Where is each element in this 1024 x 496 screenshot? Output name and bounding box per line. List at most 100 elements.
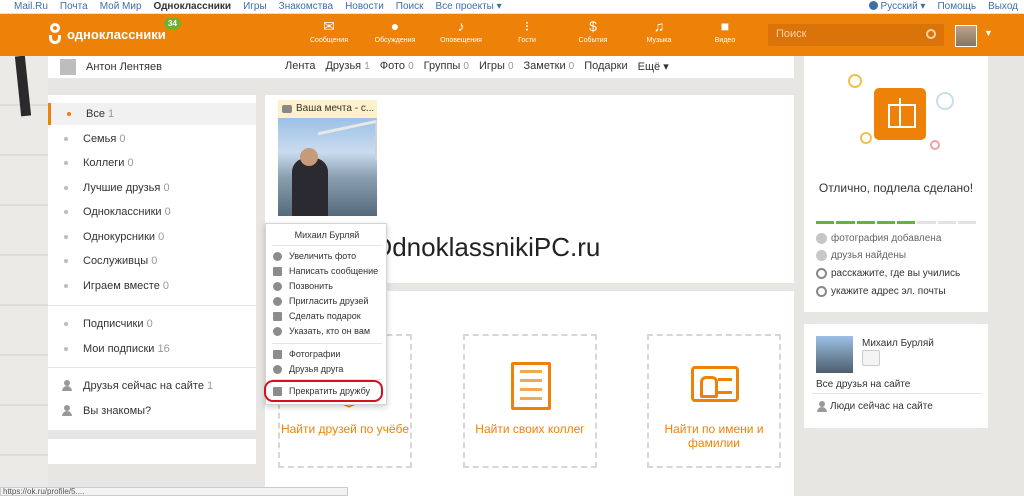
header-nav: ✉ Сообщения ● Обсуждения ♪ Оповещения ⁝ Гост… [296,18,758,44]
nav-music[interactable]: ♫ Музыка [626,18,692,44]
portal-link-mailru[interactable]: Mail.Ru [14,0,48,14]
sidebar-item-playing-together[interactable]: Играем вместе 0 [48,275,256,297]
chevron-down-icon[interactable]: ▼ [984,28,993,38]
menu-item-send-message[interactable]: Написать сообщение [272,264,378,278]
sidebar-item-label: Друзья сейчас на сайте [83,380,204,392]
find-by-name-tile[interactable]: Найти по имени и фамилии [647,334,781,468]
portal-link-moimir[interactable]: Мой Мир [100,0,142,14]
portal-link-pochta[interactable]: Почта [60,0,88,14]
nav-video[interactable]: ■ Видео [692,18,758,44]
profile-tabs: Лента Друзья 1 Фото 0 Группы 0 Игры 0 За… [285,60,669,73]
profile-avatar[interactable] [60,59,76,75]
search-icon[interactable] [926,29,936,39]
find-colleagues-tile[interactable]: Найти своих коллег [463,334,597,468]
search-input[interactable]: Поиск [768,24,944,46]
profile-name[interactable]: Антон Лентяев [86,61,162,73]
menu-title[interactable]: Михаил Бурляй [266,230,388,240]
photo-person [292,158,328,216]
ok-logo-icon [48,23,62,45]
menu-item-set-relation[interactable]: Указать, кто он вам [272,324,370,338]
sidebar-item-do-you-know[interactable]: Вы знакомы? [48,400,256,422]
tab-label: Игры [478,60,505,72]
sidebar-item-count: 0 [164,206,171,218]
tab-feed[interactable]: Лента [285,60,315,73]
checklist-email[interactable]: укажите адрес эл. почты [816,286,946,298]
user-avatar[interactable] [955,25,977,47]
events-icon: $ [589,18,597,34]
friend-name[interactable]: Михаил Бурляй [862,338,934,349]
sidebar-item-best-friends[interactable]: Лучшие друзья 0 [48,177,256,199]
bullet-icon [64,235,68,239]
nav-label: Оповещения [440,37,482,44]
sidebar-item-colleagues[interactable]: Коллеги 0 [48,152,256,174]
tab-more[interactable]: Ещё ▾ [638,60,669,73]
people-online-link[interactable]: Люди сейчас на сайте [816,401,933,412]
logout-link[interactable]: Выход [988,0,1018,14]
progress-title: Отлично, подлела сделано! [818,181,974,195]
checklist-photo-added: фотография добавлена [816,233,941,245]
sidebar-item-coursemates[interactable]: Однокурсники 0 [48,226,256,248]
phone-icon [273,282,282,291]
sidebar-item-count: 1 [108,108,115,120]
menu-item-friends-of-friend[interactable]: Друзья друга [272,362,343,376]
sidebar-item-count: 0 [146,318,153,330]
user-tag-icon [273,327,282,336]
id-card-icon [691,366,739,402]
sidebar-item-label: Сослуживцы [83,255,149,267]
portal-link-all-projects[interactable]: Все проекты ▾ [436,0,502,14]
sidebar-item-my-subscriptions[interactable]: Мои подписки 16 [48,338,256,360]
site-logo[interactable]: одноклассники [48,23,166,45]
friend-avatar[interactable] [816,336,853,373]
tab-groups[interactable]: Группы 0 [424,60,469,73]
tab-photos[interactable]: Фото 0 [380,60,414,73]
sidebar-item-classmates[interactable]: Одноклассники 0 [48,201,256,223]
menu-item-enlarge-photo[interactable]: Увеличить фото [272,249,356,263]
tab-games[interactable]: Игры 0 [479,60,514,73]
all-friends-link[interactable]: Все друзья на сайте [816,379,910,390]
checklist-friends-found: друзья найдены [816,250,906,262]
tab-gifts[interactable]: Подарки [584,60,627,73]
menu-item-call[interactable]: Позвонить [272,279,333,293]
friend-photo[interactable] [278,118,377,216]
message-button[interactable] [862,350,880,366]
nav-messages[interactable]: ✉ Сообщения [296,18,362,44]
portal-link-ok[interactable]: Одноклассники [154,0,232,14]
check-icon [816,250,827,261]
menu-item-photos[interactable]: Фотографии [272,347,340,361]
portal-link-news[interactable]: Новости [345,0,384,14]
progress-segment [917,221,936,224]
nav-events[interactable]: $ События [560,18,626,44]
tab-notes[interactable]: Заметки 0 [524,60,575,73]
sidebar-item-coworkers[interactable]: Сослуживцы 0 [48,250,256,272]
menu-item-make-gift[interactable]: Сделать подарок [272,309,361,323]
nav-discussions[interactable]: ● Обсуждения [362,18,428,44]
bullet-icon [64,161,68,165]
portal-link-dating[interactable]: Знакомства [279,0,333,14]
tab-friends[interactable]: Друзья 1 [325,60,369,73]
sidebar-item-online-friends[interactable]: Друзья сейчас на сайте 1 [48,375,256,397]
nav-label: Обсуждения [374,37,416,44]
language-selector[interactable]: Русский ▾ [868,0,925,14]
portal-link-search[interactable]: Поиск [396,0,424,14]
nav-guests[interactable]: ⁝ Гости [494,18,560,44]
photo-caption[interactable]: Ваша мечта - с... [278,100,377,118]
envelope-icon [273,267,282,276]
divider [272,245,382,246]
sidebar-item-count: 0 [119,133,126,145]
progress-segment [937,221,956,224]
sidebar-item-family[interactable]: Семья 0 [48,128,256,150]
sidebar-item-subscribers[interactable]: Подписчики 0 [48,313,256,335]
main-header: одноклассники 34 ✉ Сообщения ● Обсуждения … [0,14,1024,56]
help-link[interactable]: Помощь [937,0,976,14]
nav-label: Музыка [646,37,672,44]
nav-notifications[interactable]: ♪ Оповещения [428,18,494,44]
checklist-label: друзья найдены [831,250,907,261]
checklist-where-studied[interactable]: расскажите, где вы учились [816,268,960,280]
sidebar-item-all[interactable]: Все 1 [48,103,256,125]
photo-head [300,148,318,166]
nav-label: События [578,37,608,44]
portal-link-games[interactable]: Игры [243,0,267,14]
menu-item-invite-friends[interactable]: Пригласить друзей [272,294,368,308]
at-sign-icon [816,286,827,297]
office-building-icon [511,362,551,410]
